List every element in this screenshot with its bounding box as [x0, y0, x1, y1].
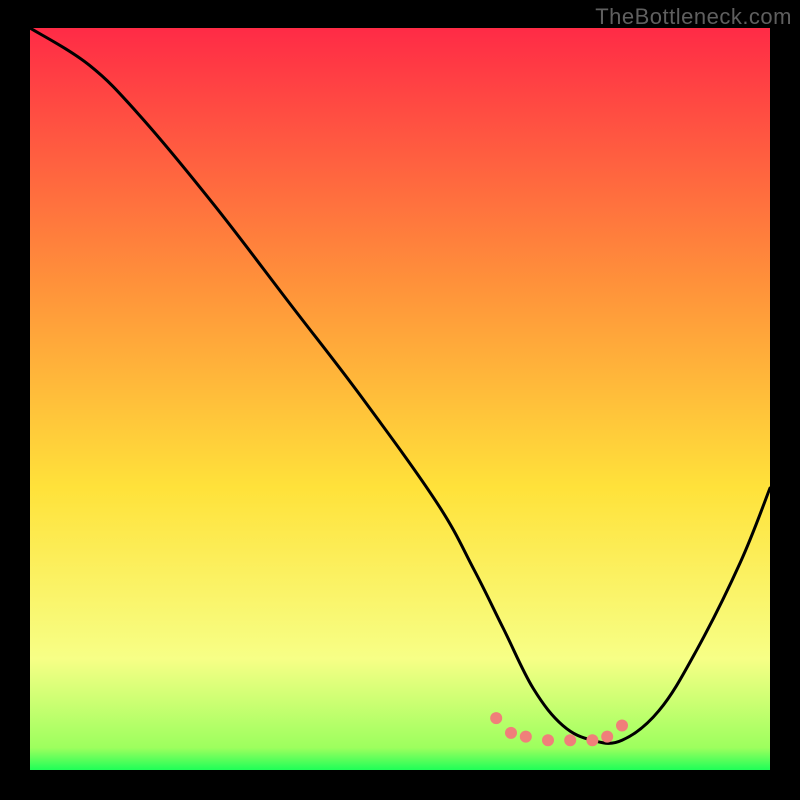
plot-area [30, 28, 770, 770]
highlight-dot [564, 734, 576, 746]
highlight-dot [586, 734, 598, 746]
highlight-dot [490, 712, 502, 724]
watermark-text: TheBottleneck.com [595, 4, 792, 30]
highlight-dot [520, 731, 532, 743]
highlight-dot [616, 720, 628, 732]
highlight-dot [542, 734, 554, 746]
gradient-background [30, 28, 770, 770]
bottleneck-chart [30, 28, 770, 770]
chart-frame: TheBottleneck.com [0, 0, 800, 800]
highlight-dot [505, 727, 517, 739]
highlight-dot [601, 731, 613, 743]
